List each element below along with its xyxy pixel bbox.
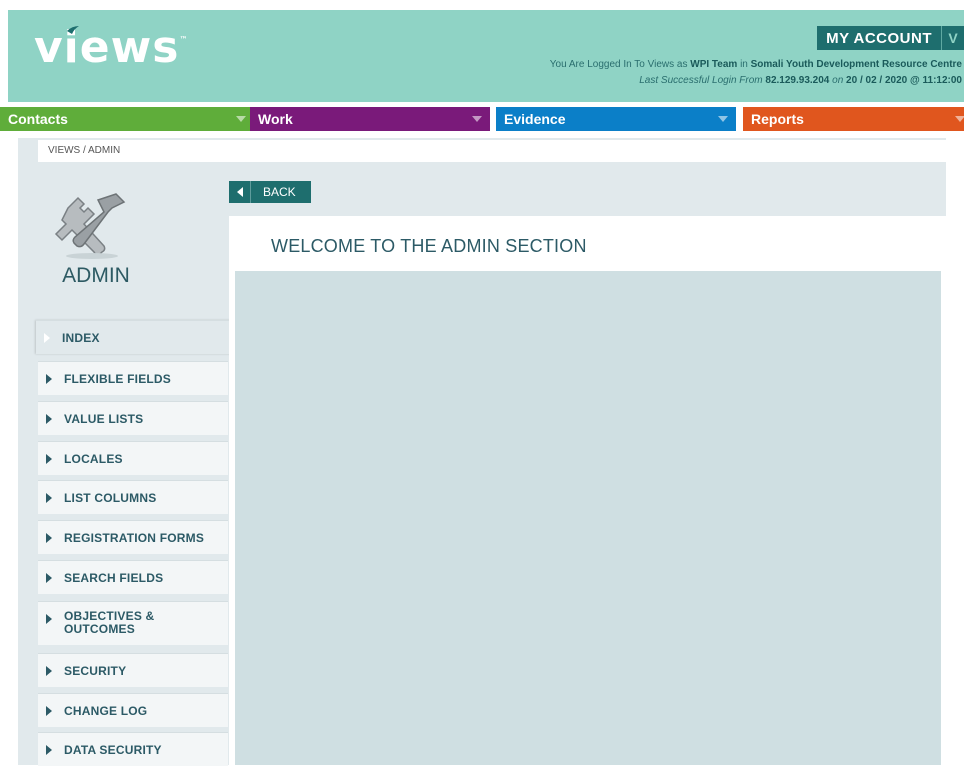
- main-nav: Contacts Work Evidence Reports: [0, 107, 964, 131]
- sidebar-item-change-log[interactable]: CHANGE LOG: [38, 693, 228, 727]
- nav-work-label: Work: [258, 111, 293, 127]
- back-button[interactable]: BACK: [229, 181, 311, 203]
- sidebar-item-security[interactable]: SECURITY: [38, 653, 228, 687]
- app-header: views™ MY ACCOUNT V You Are Logged In To…: [8, 10, 964, 102]
- nav-contacts-label: Contacts: [8, 111, 68, 127]
- chevron-right-icon: [44, 333, 50, 343]
- nav-work[interactable]: Work: [250, 107, 490, 131]
- chevron-right-icon: [46, 414, 52, 424]
- last-login-datetime: 20 / 02 / 2020 @ 11:12:00: [846, 75, 962, 86]
- sidebar-item-label: FLEXIBLE FIELDS: [64, 372, 172, 386]
- login-info: You Are Logged In To Views as WPI Team i…: [550, 57, 962, 89]
- logged-in-line: You Are Logged In To Views as WPI Team i…: [549, 59, 962, 70]
- sidebar-item-label: SEARCH FIELDS: [64, 571, 164, 585]
- logged-in-organisation: Somali Youth Development Resource Centre: [750, 59, 962, 70]
- sidebar-item-label: LOCALES: [64, 452, 123, 466]
- sidebar-item-value-lists[interactable]: VALUE LISTS: [38, 401, 228, 435]
- breadcrumb: VIEWS / ADMIN: [38, 140, 946, 162]
- logo-text: views: [34, 22, 180, 73]
- my-account-label: MY ACCOUNT: [817, 26, 941, 50]
- sidebar-item-label: DATA SECURITY: [64, 743, 162, 757]
- sidebar-item-registration-forms[interactable]: REGISTRATION FORMS: [38, 520, 228, 554]
- nav-evidence-label: Evidence: [504, 111, 566, 127]
- sidebar-item-label: VALUE LISTS: [64, 412, 144, 426]
- sidebar-item-label: REGISTRATION FORMS: [64, 531, 205, 545]
- tools-icon: [54, 193, 126, 259]
- sidebar-item-label: LIST COLUMNS: [64, 491, 157, 505]
- sidebar-item-locales[interactable]: LOCALES: [38, 441, 228, 475]
- chevron-right-icon: [46, 614, 52, 624]
- panel-body: [235, 271, 941, 765]
- views-logo[interactable]: views™: [34, 26, 188, 70]
- nav-contacts[interactable]: Contacts: [0, 107, 254, 131]
- chevron-left-icon: [237, 187, 243, 197]
- nav-evidence[interactable]: Evidence: [496, 107, 736, 131]
- chevron-right-icon: [46, 374, 52, 384]
- sidebar-item-label: SECURITY: [64, 664, 127, 678]
- nav-reports[interactable]: Reports: [743, 107, 964, 131]
- page-title: WELCOME TO THE ADMIN SECTION: [271, 236, 587, 256]
- sidebar-item-objectives-outcomes[interactable]: OBJECTIVES & OUTCOMES: [38, 601, 228, 645]
- nav-reports-label: Reports: [751, 111, 804, 127]
- sidebar-item-search-fields[interactable]: SEARCH FIELDS: [38, 560, 228, 594]
- admin-title: ADMIN: [62, 264, 130, 287]
- logo-swoosh-icon: [67, 26, 79, 34]
- main-panel: WELCOME TO THE ADMIN SECTION: [229, 216, 946, 765]
- dropdown-arrow-icon: [236, 116, 246, 122]
- chevron-right-icon: [46, 745, 52, 755]
- dropdown-arrow-icon: [718, 116, 728, 122]
- chevron-right-icon: [46, 666, 52, 676]
- last-login-ip: 82.129.93.204: [765, 75, 830, 86]
- sidebar-item-list-columns[interactable]: LIST COLUMNS: [38, 480, 228, 514]
- chevron-right-icon: [46, 493, 52, 503]
- sidebar-item-index[interactable]: INDEX: [36, 320, 234, 354]
- logged-in-user: WPI Team: [690, 59, 738, 70]
- back-button-divider: [250, 181, 251, 203]
- sidebar-item-label: CHANGE LOG: [64, 704, 148, 718]
- back-button-label: BACK: [263, 185, 296, 199]
- sidebar-item-label: INDEX: [62, 331, 100, 345]
- chevron-right-icon: [46, 573, 52, 583]
- chevron-down-icon[interactable]: V: [941, 26, 964, 50]
- sidebar-item-label: OBJECTIVES & OUTCOMES: [64, 609, 155, 636]
- last-login-line: Last Successful Login From 82.129.93.204…: [639, 75, 962, 86]
- chevron-right-icon: [46, 706, 52, 716]
- sidebar-item-flexible-fields[interactable]: FLEXIBLE FIELDS: [38, 361, 228, 395]
- dropdown-arrow-icon: [472, 116, 482, 122]
- logo-trademark: ™: [179, 35, 189, 44]
- chevron-right-icon: [46, 454, 52, 464]
- my-account-button[interactable]: MY ACCOUNT V: [817, 26, 964, 50]
- dropdown-arrow-icon: [955, 116, 964, 122]
- chevron-right-icon: [46, 533, 52, 543]
- sidebar-item-data-security[interactable]: DATA SECURITY: [38, 732, 228, 766]
